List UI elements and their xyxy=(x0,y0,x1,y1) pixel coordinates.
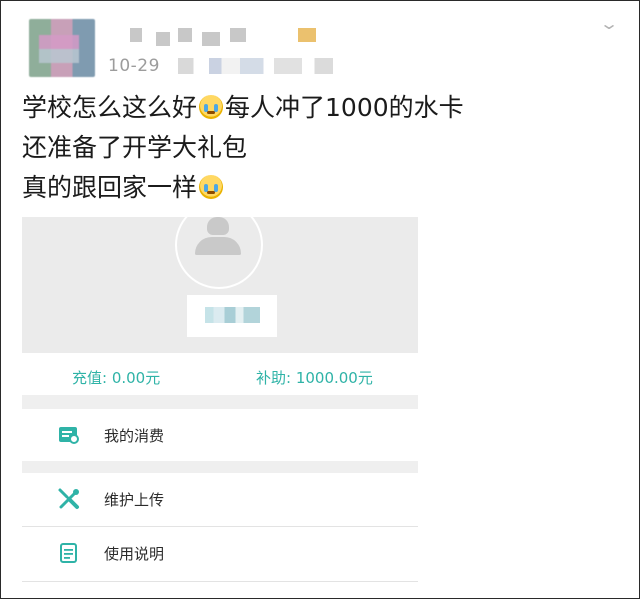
crying-face-icon xyxy=(199,95,224,119)
crying-face-icon xyxy=(199,175,224,199)
menu-item-maintenance-upload[interactable]: 维护上传 xyxy=(22,473,418,525)
section-gap xyxy=(22,395,418,409)
post-meta-blurred xyxy=(178,58,333,74)
menu-separator xyxy=(22,461,418,473)
menu-label: 使用说明 xyxy=(104,545,165,563)
menu-item-instructions[interactable]: 使用说明 xyxy=(22,527,418,579)
menu-item-consumption[interactable]: 我的消费 xyxy=(22,409,418,461)
card-id-blurred xyxy=(205,307,260,323)
menu-divider xyxy=(22,581,418,582)
post-line-1: 学校怎么这么好 每人冲了1000的水卡 xyxy=(22,93,464,122)
balance-row: 充值: 0.00元 补助: 1000.00元 xyxy=(22,353,418,395)
post-date: 10-29 xyxy=(108,56,160,76)
menu-label: 维护上传 xyxy=(104,491,165,509)
avatar[interactable] xyxy=(29,19,95,77)
subsidy-balance: 补助: 1000.00元 xyxy=(256,369,373,387)
person-icon xyxy=(195,217,243,255)
post-line-2: 还准备了开学大礼包 xyxy=(22,133,248,162)
receipt-icon xyxy=(57,423,81,447)
recharge-balance: 充值: 0.00元 xyxy=(72,369,161,387)
menu-label: 我的消费 xyxy=(104,427,165,445)
chevron-down-icon[interactable]: ⌄ xyxy=(593,16,626,32)
card-id-box xyxy=(187,295,277,337)
post-line-3: 真的跟回家一样 xyxy=(22,168,582,208)
username-blurred xyxy=(130,28,330,46)
document-icon xyxy=(57,541,81,565)
post-text: 学校怎么这么好 每人冲了1000的水卡 还准备了开学大礼包 真的跟回家一样 xyxy=(22,88,582,208)
card-header xyxy=(22,201,418,353)
tools-icon xyxy=(57,487,81,511)
embedded-card-screenshot[interactable]: 充值: 0.00元 补助: 1000.00元 我的消费 维护上传 使用说明 xyxy=(22,201,418,585)
